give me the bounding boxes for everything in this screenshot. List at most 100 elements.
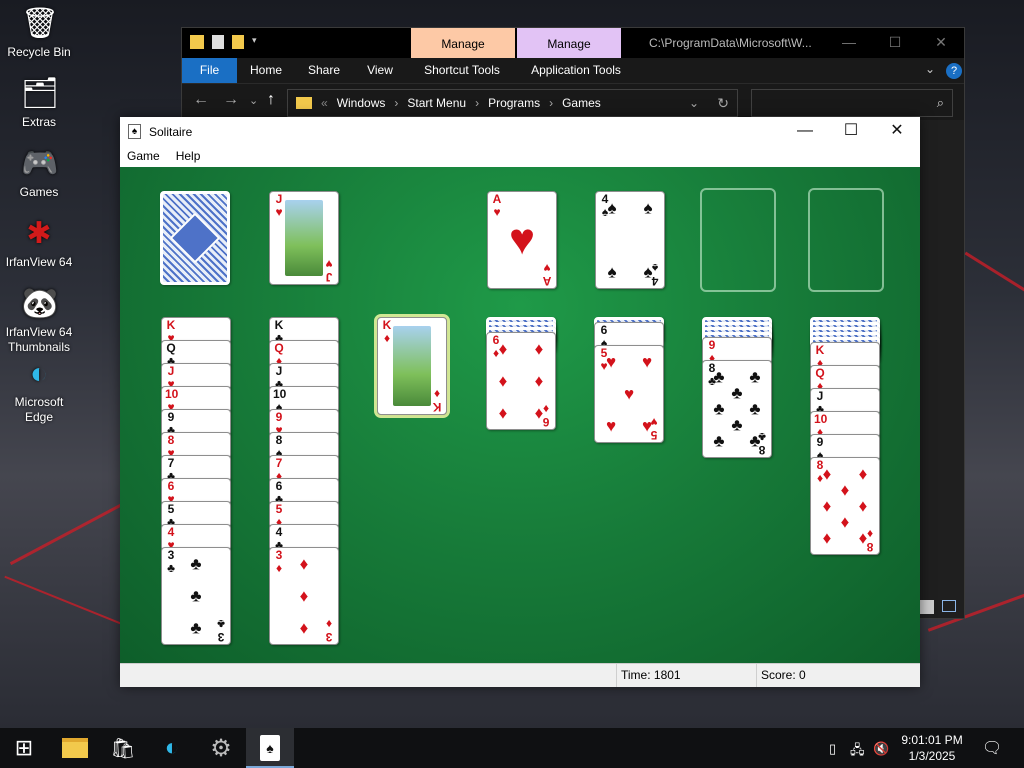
close-icon[interactable]: ✕ bbox=[874, 117, 920, 145]
start-button[interactable]: ⊞ bbox=[0, 728, 48, 768]
tableau-card[interactable]: 5 ♥ 5 ♥ ♥ ♥ ♥ ♥ ♥ bbox=[594, 345, 664, 443]
new-folder-icon[interactable] bbox=[232, 35, 244, 49]
card-pip: ♦ bbox=[299, 586, 309, 606]
ribbon-expand-chevron-icon[interactable]: ⌄ bbox=[925, 62, 935, 76]
card-rank: J bbox=[275, 364, 283, 378]
card-pips: ♥ bbox=[504, 208, 540, 272]
irfanview-thumbnails-icon: 🐼 bbox=[21, 287, 59, 320]
card-pip: ♣ bbox=[749, 399, 761, 419]
elapsed-time: Time: 1801 bbox=[616, 664, 754, 687]
tab-view[interactable]: View bbox=[358, 58, 402, 83]
minimize-icon[interactable]: — bbox=[826, 28, 872, 56]
folder-icon[interactable] bbox=[190, 35, 204, 49]
card-rank: Q bbox=[166, 341, 176, 355]
usb-device-icon[interactable]: ▯ bbox=[829, 741, 836, 757]
card-rank: 7 bbox=[167, 456, 175, 470]
desktop-icon-irfanview-thumbnails[interactable]: 🐼 IrfanView 64 Thumbnails bbox=[4, 286, 74, 355]
volume-muted-icon[interactable]: 🔇 bbox=[873, 741, 889, 757]
breadcrumb-overflow-icon[interactable]: « bbox=[321, 96, 328, 110]
card-pip: ♦ bbox=[299, 554, 309, 574]
notifications-icon[interactable]: 🗨 bbox=[982, 738, 1002, 758]
maximize-icon[interactable]: ☐ bbox=[828, 117, 874, 145]
desktop-icon-irfanview[interactable]: ✱ IrfanView 64 bbox=[4, 216, 74, 270]
chevron-down-icon[interactable]: ▾ bbox=[252, 35, 262, 49]
maximize-icon[interactable]: ☐ bbox=[872, 28, 918, 56]
tableau-card[interactable]: K ♦ K ♦ bbox=[374, 314, 450, 418]
card-rank: 5 bbox=[167, 502, 175, 516]
minimize-icon[interactable]: — bbox=[782, 117, 828, 145]
address-dropdown-icon[interactable]: ⌄ bbox=[689, 96, 699, 110]
menu-game[interactable]: Game bbox=[127, 146, 160, 167]
tab-file[interactable]: File bbox=[182, 58, 237, 83]
taskbar-solitaire[interactable]: ♠ bbox=[246, 728, 294, 768]
back-icon[interactable]: ← bbox=[193, 91, 209, 109]
tableau-card[interactable]: 8 ♦ 8 ♦ ♦ ♦ ♦ ♦ ♦ ♦ ♦ ♦ bbox=[810, 457, 880, 555]
system-clock[interactable]: 9:01:01 PM 1/3/2025 bbox=[894, 732, 970, 764]
breadcrumb-item[interactable]: Programs bbox=[488, 96, 540, 110]
tableau-card[interactable]: 6 ♦ 6 ♦ ♦ ♦ ♦ ♦ ♦ ♦ bbox=[486, 332, 556, 430]
forward-icon[interactable]: → bbox=[223, 91, 239, 109]
taskbar-settings[interactable]: ⚙ bbox=[197, 728, 245, 768]
desktop-icon-extras[interactable]: 🗂 Extras bbox=[4, 76, 74, 130]
stock-pile[interactable] bbox=[160, 191, 230, 285]
tab-shortcut-tools[interactable]: Shortcut Tools bbox=[417, 58, 507, 83]
properties-icon[interactable] bbox=[212, 35, 224, 49]
refresh-icon[interactable]: ↻ bbox=[717, 95, 729, 112]
breadcrumb-separator-icon[interactable]: › bbox=[549, 96, 553, 110]
desktop-icon-recycle-bin[interactable]: 🗑 Recycle Bin bbox=[4, 6, 74, 60]
explorer-window-controls: — ☐ ✕ bbox=[826, 28, 964, 56]
menu-help[interactable]: Help bbox=[176, 146, 201, 167]
tab-manage-application[interactable]: Manage bbox=[517, 28, 621, 58]
card-rank: 4 bbox=[167, 525, 175, 539]
breadcrumb-separator-icon[interactable]: › bbox=[475, 96, 479, 110]
desktop-icon-edge[interactable]: ◐ Microsoft Edge bbox=[4, 356, 74, 425]
card-pip: ♦ bbox=[840, 480, 850, 500]
tableau-card[interactable]: 8 ♣ 8 ♣ ♣ ♣ ♣ ♣ ♣ ♣ ♣ ♣ bbox=[702, 360, 772, 458]
large-icons-view-icon[interactable] bbox=[942, 600, 956, 612]
breadcrumb-separator-icon[interactable]: › bbox=[394, 96, 398, 110]
card-table[interactable]: J ♥ J ♥ A ♥ A ♥ ♥ 4 ♠ 4 ♠ ♠ ♠ ♠ ♠ K ♥ Q ♣ J ♥ 10 ♥ 9 ♣ 8 ♥ 7 ♣ 6 ♥ 5 ♣ 4 ♥ 3 ♣… bbox=[120, 167, 920, 663]
details-view-icon[interactable] bbox=[920, 600, 934, 614]
solitaire-title-bar[interactable]: ♠ Solitaire — ☐ ✕ bbox=[120, 117, 920, 146]
up-icon[interactable]: ↑ bbox=[267, 91, 275, 109]
card-pip: ♣ bbox=[731, 383, 743, 403]
card-back-pattern bbox=[169, 212, 221, 264]
search-input[interactable]: ⌕ bbox=[751, 89, 953, 117]
address-bar[interactable]: « Windows › Start Menu › Programs › Game… bbox=[287, 89, 738, 117]
breadcrumb-item[interactable]: Windows bbox=[337, 96, 386, 110]
close-icon[interactable]: ✕ bbox=[918, 28, 964, 56]
card-pip: ♣ bbox=[749, 431, 761, 451]
file-explorer-icon bbox=[62, 738, 88, 758]
taskbar-edge[interactable]: ◐ bbox=[148, 728, 196, 768]
card-rank: 9 bbox=[167, 410, 175, 424]
explorer-title-bar[interactable]: ▾ Manage Manage C:\ProgramData\Microsoft… bbox=[182, 28, 964, 58]
tab-share[interactable]: Share bbox=[300, 58, 348, 83]
foundation-slot-empty[interactable] bbox=[700, 188, 776, 292]
card-rank: A bbox=[542, 274, 552, 288]
card-pip: ♠ bbox=[607, 198, 617, 218]
card-pip: ♦ bbox=[534, 403, 544, 423]
solitaire-window[interactable]: ♠ Solitaire — ☐ ✕ Game Help J ♥ J ♥ A ♥ A ♥ ♥ 4 ♠ 4… bbox=[120, 117, 920, 687]
tab-manage-shortcut[interactable]: Manage bbox=[411, 28, 515, 58]
card-pips: ♣ ♣ ♣ bbox=[178, 556, 214, 637]
help-icon[interactable]: ? bbox=[946, 63, 962, 79]
tableau-card[interactable]: 3 ♦ 3 ♦ ♦ ♦ ♦ bbox=[269, 547, 339, 645]
foundation-slot-empty[interactable] bbox=[808, 188, 884, 292]
desktop-icon-games[interactable]: 🎮 Games bbox=[4, 146, 74, 200]
foundation-card[interactable]: A ♥ A ♥ ♥ bbox=[487, 191, 557, 289]
card-rank: 8 bbox=[275, 433, 283, 447]
waste-card[interactable]: J ♥ J ♥ bbox=[269, 191, 339, 285]
card-pip: ♥ bbox=[641, 352, 653, 372]
breadcrumb-item[interactable]: Start Menu bbox=[407, 96, 466, 110]
tab-application-tools[interactable]: Application Tools bbox=[522, 58, 630, 83]
breadcrumb-item[interactable]: Games bbox=[562, 96, 601, 110]
foundation-card[interactable]: 4 ♠ 4 ♠ ♠ ♠ ♠ ♠ bbox=[595, 191, 665, 289]
taskbar-store[interactable]: 🛍 bbox=[99, 728, 147, 768]
recent-locations-chevron-icon[interactable]: ⌄ bbox=[249, 94, 258, 107]
network-icon[interactable]: 🖧 bbox=[850, 741, 865, 763]
card-pip: ♦ bbox=[858, 528, 868, 548]
taskbar-file-explorer[interactable] bbox=[51, 728, 99, 768]
tab-home[interactable]: Home bbox=[242, 58, 290, 83]
tableau-card[interactable]: 3 ♣ 3 ♣ ♣ ♣ ♣ bbox=[161, 547, 231, 645]
address-row: ← → ⌄ ↑ « Windows › Start Menu › Program… bbox=[182, 83, 964, 120]
